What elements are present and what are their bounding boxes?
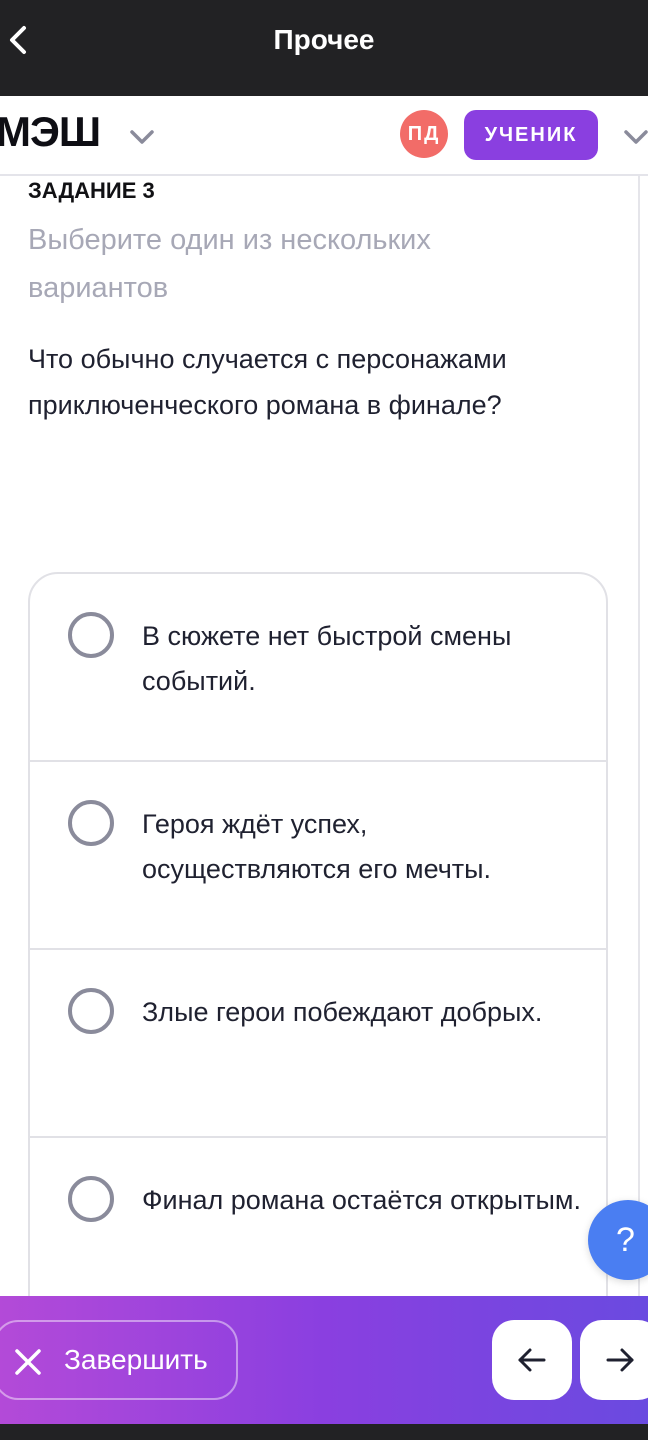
finish-button-label: Завершить bbox=[64, 1344, 208, 1375]
radio-button[interactable] bbox=[68, 988, 114, 1034]
task-number: ЗАДАНИЕ 3 bbox=[28, 178, 155, 203]
task-content[interactable]: ЗАДАНИЕ 3 Выберите один из нескольких ва… bbox=[0, 176, 648, 1296]
finish-button[interactable]: Завершить bbox=[0, 1320, 238, 1400]
system-nav-bar bbox=[0, 1424, 648, 1440]
next-button[interactable] bbox=[580, 1320, 648, 1400]
chevron-down-icon[interactable] bbox=[618, 118, 648, 154]
app-logo[interactable]: МЭШ bbox=[0, 108, 101, 156]
answer-option-text: Злые герои побеждают добрых. bbox=[142, 997, 543, 1027]
answer-option[interactable]: Финал романа остаётся открытым. bbox=[30, 1138, 606, 1296]
avatar[interactable]: ПД bbox=[400, 110, 448, 158]
bottom-toolbar: Завершить bbox=[0, 1296, 648, 1424]
radio-button[interactable] bbox=[68, 1176, 114, 1222]
arrow-right-icon bbox=[606, 1348, 634, 1372]
top-bar: Прочее bbox=[0, 0, 648, 96]
answer-option-text: В сюжете нет быстрой смены событий. bbox=[142, 621, 512, 696]
answer-options: В сюжете нет быстрой смены событий. Геро… bbox=[28, 572, 608, 1296]
answer-option[interactable]: В сюжете нет быстрой смены событий. bbox=[30, 574, 606, 762]
question-text: Что обычно случается с персонажами прикл… bbox=[28, 344, 507, 420]
radio-button[interactable] bbox=[68, 612, 114, 658]
chevron-down-icon[interactable] bbox=[124, 118, 160, 154]
app-header: МЭШ ПД УЧЕНИК bbox=[0, 96, 648, 176]
arrow-left-icon bbox=[518, 1348, 546, 1372]
task-instruction: Выберите один из нескольких вариантов bbox=[28, 224, 431, 304]
answer-option-text: Финал романа остаётся открытым. bbox=[142, 1185, 581, 1215]
previous-button[interactable] bbox=[492, 1320, 572, 1400]
page-title: Прочее bbox=[273, 24, 375, 55]
answer-option[interactable]: Злые герои побеждают добрых. bbox=[30, 950, 606, 1138]
scrollbar[interactable] bbox=[638, 176, 640, 1296]
answer-option[interactable]: Героя ждёт успех, осуществляются его меч… bbox=[30, 762, 606, 950]
close-icon bbox=[15, 1349, 41, 1375]
role-badge[interactable]: УЧЕНИК bbox=[464, 110, 598, 160]
radio-button[interactable] bbox=[68, 800, 114, 846]
answer-option-text: Героя ждёт успех, осуществляются его меч… bbox=[142, 809, 492, 884]
